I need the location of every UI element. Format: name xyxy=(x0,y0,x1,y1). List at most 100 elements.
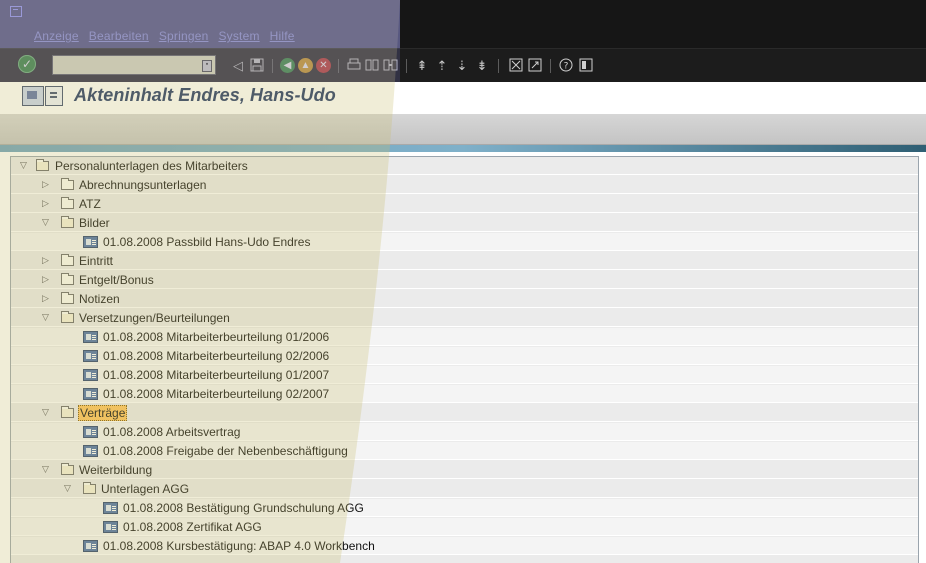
command-history-icon[interactable]: ▪ xyxy=(202,60,212,72)
tree-node-versetzungen[interactable]: ▽ Versetzungen/Beurteilungen xyxy=(11,309,918,327)
tree-node-eintritt[interactable]: ▷ Eintritt xyxy=(11,252,918,270)
menu-anzeige[interactable]: Anzeige xyxy=(34,29,79,43)
menu-hilfe[interactable]: Hilfe xyxy=(270,29,295,43)
tree-node-label: Entgelt/Bonus xyxy=(79,273,154,287)
tree-node-label: 01.08.2008 Passbild Hans-Udo Endres xyxy=(103,235,311,249)
page-title: Akteninhalt Endres, Hans-Udo xyxy=(74,85,336,105)
command-field[interactable] xyxy=(52,55,216,75)
title-menu-bar: Anzeige Bearbeiten Springen System Hilfe xyxy=(0,0,926,48)
document-icon xyxy=(83,331,98,343)
menu-system[interactable]: System xyxy=(218,29,259,43)
document-icon xyxy=(103,502,118,514)
folder-icon xyxy=(61,216,74,228)
svg-text:?: ? xyxy=(564,62,569,72)
document-icon xyxy=(83,426,98,438)
tree-node-label: 01.08.2008 Bestätigung Grundschulung AGG xyxy=(123,501,364,515)
tree-node-abrechnungsunterlagen[interactable]: ▷ Abrechnungsunterlagen xyxy=(11,176,918,194)
expand-toggle-icon[interactable]: ▷ xyxy=(41,275,50,284)
folder-icon xyxy=(61,292,74,304)
collapse-toggle-icon[interactable]: ▽ xyxy=(19,161,28,170)
tree-node-label: Notizen xyxy=(79,292,120,306)
last-page-icon[interactable]: ⇟ xyxy=(474,57,490,73)
exit-icon[interactable]: ▲ xyxy=(298,58,313,73)
tree-node-label: Eintritt xyxy=(79,254,114,268)
expand-toggle-icon[interactable]: ▷ xyxy=(41,180,50,189)
tree-node-label: Personalunterlagen des Mitarbeiters xyxy=(55,159,248,173)
find-icon[interactable] xyxy=(364,57,380,73)
tree-node-label: 01.08.2008 Kursbestätigung: ABAP 4.0 Wor… xyxy=(103,539,375,553)
collapse-toggle-icon[interactable]: ▽ xyxy=(41,313,50,322)
tree-node-beurteilung-2[interactable]: 01.08.2008 Mitarbeiterbeurteilung 02/200… xyxy=(11,347,918,365)
expand-toggle-icon[interactable]: ▷ xyxy=(41,199,50,208)
folder-icon xyxy=(61,254,74,266)
next-page-icon[interactable]: ⇣ xyxy=(454,57,470,73)
expand-toggle-icon[interactable]: ▷ xyxy=(41,294,50,303)
save-icon[interactable] xyxy=(249,57,265,73)
tree-node-zertifikat[interactable]: 01.08.2008 Zertifikat AGG xyxy=(11,518,918,536)
collapse-toggle-icon[interactable]: ▽ xyxy=(41,408,50,417)
tree-node-bilder[interactable]: ▽ Bilder xyxy=(11,214,918,232)
document-display-icon[interactable] xyxy=(22,86,44,106)
screen-header: Akteninhalt Endres, Hans-Udo xyxy=(0,82,926,114)
tree-node-label: 01.08.2008 Mitarbeiterbeurteilung 01/200… xyxy=(103,368,330,382)
window-system-icon[interactable] xyxy=(10,6,22,17)
system-toolbar: ✓ ▪ ◁ ◀ ▲ ✕ ⇞ ⇡ ⇣ ⇟ ? xyxy=(0,48,926,83)
menu-bar: Anzeige Bearbeiten Springen System Hilfe xyxy=(34,29,295,43)
tree-node-label: Versetzungen/Beurteilungen xyxy=(79,311,230,325)
tree-node-kursbestaetigung[interactable]: 01.08.2008 Kursbestätigung: ABAP 4.0 Wor… xyxy=(11,537,918,555)
document-icon xyxy=(83,350,98,362)
application-toolbar xyxy=(0,114,926,145)
tree-node-label: 01.08.2008 Mitarbeiterbeurteilung 02/200… xyxy=(103,387,330,401)
tree-node-unterlagen-agg[interactable]: ▽ Unterlagen AGG xyxy=(11,480,918,498)
menu-bearbeiten[interactable]: Bearbeiten xyxy=(89,29,149,43)
tree-node-passbild[interactable]: 01.08.2008 Passbild Hans-Udo Endres xyxy=(11,233,918,251)
details-icon[interactable] xyxy=(45,86,63,106)
tree-node-label: 01.08.2008 Freigabe der Nebenbeschäftigu… xyxy=(103,444,348,458)
tree-node-grundschulung[interactable]: 01.08.2008 Bestätigung Grundschulung AGG xyxy=(11,499,918,517)
document-icon xyxy=(83,236,98,248)
tree-node-notizen[interactable]: ▷ Notizen xyxy=(11,290,918,308)
tree-node-arbeitsvertrag[interactable]: 01.08.2008 Arbeitsvertrag xyxy=(11,423,918,441)
tree-node-beurteilung-1[interactable]: 01.08.2008 Mitarbeiterbeurteilung 01/200… xyxy=(11,328,918,346)
tree-node-label: Abrechnungsunterlagen xyxy=(79,178,207,192)
folder-icon xyxy=(61,197,74,209)
back-icon[interactable]: ◀ xyxy=(280,58,295,73)
tree-node-entgelt-bonus[interactable]: ▷ Entgelt/Bonus xyxy=(11,271,918,289)
document-icon xyxy=(103,521,118,533)
folder-icon xyxy=(61,406,74,418)
collapse-toggle-icon[interactable]: ▽ xyxy=(41,465,50,474)
tree-node-vertraege[interactable]: ▽ Verträge xyxy=(11,404,918,422)
menu-springen[interactable]: Springen xyxy=(159,29,209,43)
tree-node-nebenbeschaeftigung[interactable]: 01.08.2008 Freigabe der Nebenbeschäftigu… xyxy=(11,442,918,460)
tree-node-label: 01.08.2008 Zertifikat AGG xyxy=(123,520,262,534)
cancel-icon[interactable]: ✕ xyxy=(316,58,331,73)
back-arrow-icon[interactable]: ◁ xyxy=(230,57,246,73)
tree-node-personalunterlagen[interactable]: ▽ Personalunterlagen des Mitarbeiters xyxy=(11,157,918,175)
tree-node-atz[interactable]: ▷ ATZ xyxy=(11,195,918,213)
folder-icon xyxy=(61,463,74,475)
collapse-toggle-icon[interactable]: ▽ xyxy=(63,484,72,493)
first-page-icon[interactable]: ⇞ xyxy=(414,57,430,73)
layout-menu-icon[interactable] xyxy=(578,57,594,73)
folder-icon xyxy=(36,159,49,171)
help-icon[interactable]: ? xyxy=(558,57,574,73)
print-icon[interactable] xyxy=(346,57,362,73)
tree-node-label: Weiterbildung xyxy=(79,463,153,477)
create-session-icon[interactable] xyxy=(508,57,524,73)
shortcut-icon[interactable] xyxy=(527,57,543,73)
header-divider xyxy=(0,145,926,152)
collapse-toggle-icon[interactable]: ▽ xyxy=(41,218,50,227)
find-next-icon[interactable] xyxy=(383,57,399,73)
previous-page-icon[interactable]: ⇡ xyxy=(434,57,450,73)
expand-toggle-icon[interactable]: ▷ xyxy=(41,256,50,265)
document-icon xyxy=(83,540,98,552)
tree-node-weiterbildung[interactable]: ▽ Weiterbildung xyxy=(11,461,918,479)
tree-node-beurteilung-3[interactable]: 01.08.2008 Mitarbeiterbeurteilung 01/200… xyxy=(11,366,918,384)
tree-node-label: 01.08.2008 Arbeitsvertrag xyxy=(103,425,241,439)
open-folder-icon xyxy=(61,311,74,323)
tree-node-label: Unterlagen AGG xyxy=(101,482,190,496)
document-icon xyxy=(83,388,98,400)
tree-node-label: Bilder xyxy=(79,216,110,230)
tree-node-beurteilung-4[interactable]: 01.08.2008 Mitarbeiterbeurteilung 02/200… xyxy=(11,385,918,403)
ok-icon[interactable]: ✓ xyxy=(18,55,36,73)
